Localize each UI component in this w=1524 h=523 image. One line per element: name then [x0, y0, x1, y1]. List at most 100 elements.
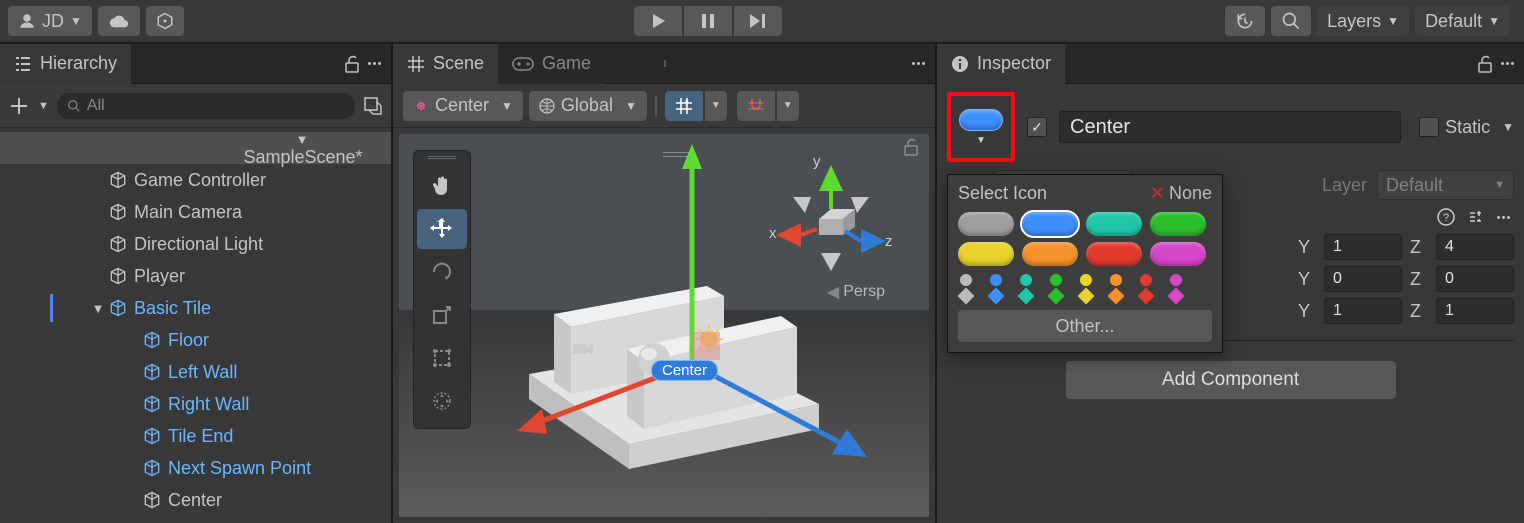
layers-dropdown[interactable]: Layers ▼: [1317, 6, 1409, 36]
hierarchy-item[interactable]: Right Wall: [0, 388, 391, 420]
snap-button[interactable]: [737, 91, 775, 121]
grid-dropdown[interactable]: ▼: [705, 91, 727, 121]
icon-pill[interactable]: [958, 242, 1014, 266]
rotate-tool[interactable]: [417, 252, 467, 292]
icon-dot[interactable]: [960, 274, 972, 286]
icon-diamond[interactable]: [988, 288, 1005, 305]
icon-dot[interactable]: [1080, 274, 1092, 286]
hierarchy-panel: Hierarchy ▼ All ▼ SampleScene* Game: [0, 44, 393, 523]
icon-diamond[interactable]: [1078, 288, 1095, 305]
grid-button[interactable]: y: [665, 91, 703, 121]
add-component-button[interactable]: Add Component: [1066, 361, 1396, 399]
hierarchy-item[interactable]: Floor: [0, 324, 391, 356]
rotation-z[interactable]: 0: [1436, 266, 1514, 292]
snap-dropdown[interactable]: ▼: [777, 91, 799, 121]
icon-pill[interactable]: [1086, 212, 1142, 236]
pause-button[interactable]: [684, 6, 732, 36]
create-button[interactable]: [8, 95, 30, 117]
move-tool[interactable]: [417, 209, 467, 249]
active-checkbox[interactable]: [1027, 117, 1047, 137]
object-label-pill[interactable]: Center: [651, 360, 718, 381]
scene-row[interactable]: ▼ SampleScene*: [0, 132, 391, 164]
layer-dropdown[interactable]: Default ▼: [1377, 170, 1514, 200]
icon-diamond[interactable]: [958, 288, 975, 305]
hierarchy-item[interactable]: Player: [0, 260, 391, 292]
icon-pill[interactable]: [1086, 242, 1142, 266]
icon-dot[interactable]: [1140, 274, 1152, 286]
icon-diamond[interactable]: [1138, 288, 1155, 305]
play-button[interactable]: [634, 6, 682, 36]
help-icon[interactable]: ?: [1437, 208, 1455, 226]
panel-menu[interactable]: [368, 62, 381, 65]
component-menu[interactable]: [1497, 208, 1510, 226]
hierarchy-item[interactable]: Main Camera: [0, 196, 391, 228]
cloud-button[interactable]: [98, 6, 140, 36]
history-button[interactable]: [1225, 6, 1265, 36]
icon-pill[interactable]: [1150, 212, 1206, 236]
position-y[interactable]: 1: [1324, 234, 1402, 260]
step-button[interactable]: [734, 6, 782, 36]
scale-tool[interactable]: [417, 295, 467, 335]
panel-menu[interactable]: [912, 62, 925, 65]
icon-dot[interactable]: [1110, 274, 1122, 286]
icon-diamond[interactable]: [1048, 288, 1065, 305]
hierarchy-item[interactable]: Center: [0, 484, 391, 516]
icon-none-button[interactable]: ✕None: [1150, 183, 1212, 204]
static-checkbox[interactable]: [1419, 117, 1439, 137]
foldout-icon[interactable]: ▼: [294, 132, 310, 147]
icon-dot[interactable]: [990, 274, 1002, 286]
chevron-down-icon[interactable]: ▼: [1502, 120, 1514, 134]
info-icon: [951, 55, 969, 73]
scale-y[interactable]: 1: [1324, 298, 1402, 324]
hierarchy-item[interactable]: Directional Light: [0, 228, 391, 260]
icon-pill[interactable]: [1150, 242, 1206, 266]
icon-dot[interactable]: [1170, 274, 1182, 286]
pivot-label: Center: [435, 95, 489, 116]
coords-dropdown[interactable]: Global ▼: [529, 91, 647, 121]
icon-diamond[interactable]: [1168, 288, 1185, 305]
foldout-icon[interactable]: ▼: [90, 301, 106, 316]
icon-other-button[interactable]: Other...: [958, 310, 1212, 342]
hand-tool[interactable]: [417, 166, 467, 206]
hierarchy-search[interactable]: All: [57, 93, 355, 119]
package-button[interactable]: [146, 6, 184, 36]
lock-overlay-icon[interactable]: [903, 138, 919, 156]
orientation-gizmo[interactable]: y x z: [761, 152, 901, 292]
rect-tool[interactable]: [417, 338, 467, 378]
icon-pill[interactable]: [958, 212, 1014, 236]
lock-icon[interactable]: [1477, 55, 1493, 73]
account-button[interactable]: JD ▼: [8, 6, 92, 36]
hierarchy-tab[interactable]: Hierarchy: [0, 44, 131, 84]
layout-dropdown[interactable]: Default ▼: [1415, 6, 1510, 36]
hierarchy-item[interactable]: ▼Basic Tile: [0, 292, 391, 324]
scene-tab[interactable]: Scene: [393, 44, 498, 84]
transform-tool[interactable]: [417, 381, 467, 421]
pivot-dropdown[interactable]: Center ▼: [403, 91, 523, 121]
scene-view[interactable]: Center: [399, 134, 929, 517]
persp-label[interactable]: ◀Persp: [827, 282, 885, 302]
icon-pill[interactable]: [1022, 242, 1078, 266]
icon-dot[interactable]: [1020, 274, 1032, 286]
panel-menu[interactable]: [1501, 62, 1514, 65]
position-z[interactable]: 4: [1436, 234, 1514, 260]
scale-z[interactable]: 1: [1436, 298, 1514, 324]
hierarchy-item[interactable]: Game Controller: [0, 164, 391, 196]
game-tab[interactable]: Game: [498, 44, 605, 84]
object-icon-button[interactable]: ▼: [947, 92, 1015, 162]
hierarchy-item[interactable]: Tile End: [0, 420, 391, 452]
hierarchy-item[interactable]: Next Spawn Point: [0, 452, 391, 484]
icon-pill[interactable]: [1022, 212, 1078, 236]
scene-visibility-button[interactable]: [363, 96, 383, 116]
icon-diamond[interactable]: [1108, 288, 1125, 305]
lock-icon[interactable]: [344, 55, 360, 73]
object-name-input[interactable]: Center: [1059, 111, 1401, 143]
icon-diamond[interactable]: [1018, 288, 1035, 305]
globe-icon: [539, 98, 555, 114]
search-button[interactable]: [1271, 6, 1311, 36]
palette-grip[interactable]: [414, 151, 470, 163]
preset-icon[interactable]: [1467, 208, 1485, 226]
icon-dot[interactable]: [1050, 274, 1062, 286]
hierarchy-item[interactable]: Left Wall: [0, 356, 391, 388]
inspector-tab[interactable]: Inspector: [937, 44, 1065, 84]
rotation-y[interactable]: 0: [1324, 266, 1402, 292]
